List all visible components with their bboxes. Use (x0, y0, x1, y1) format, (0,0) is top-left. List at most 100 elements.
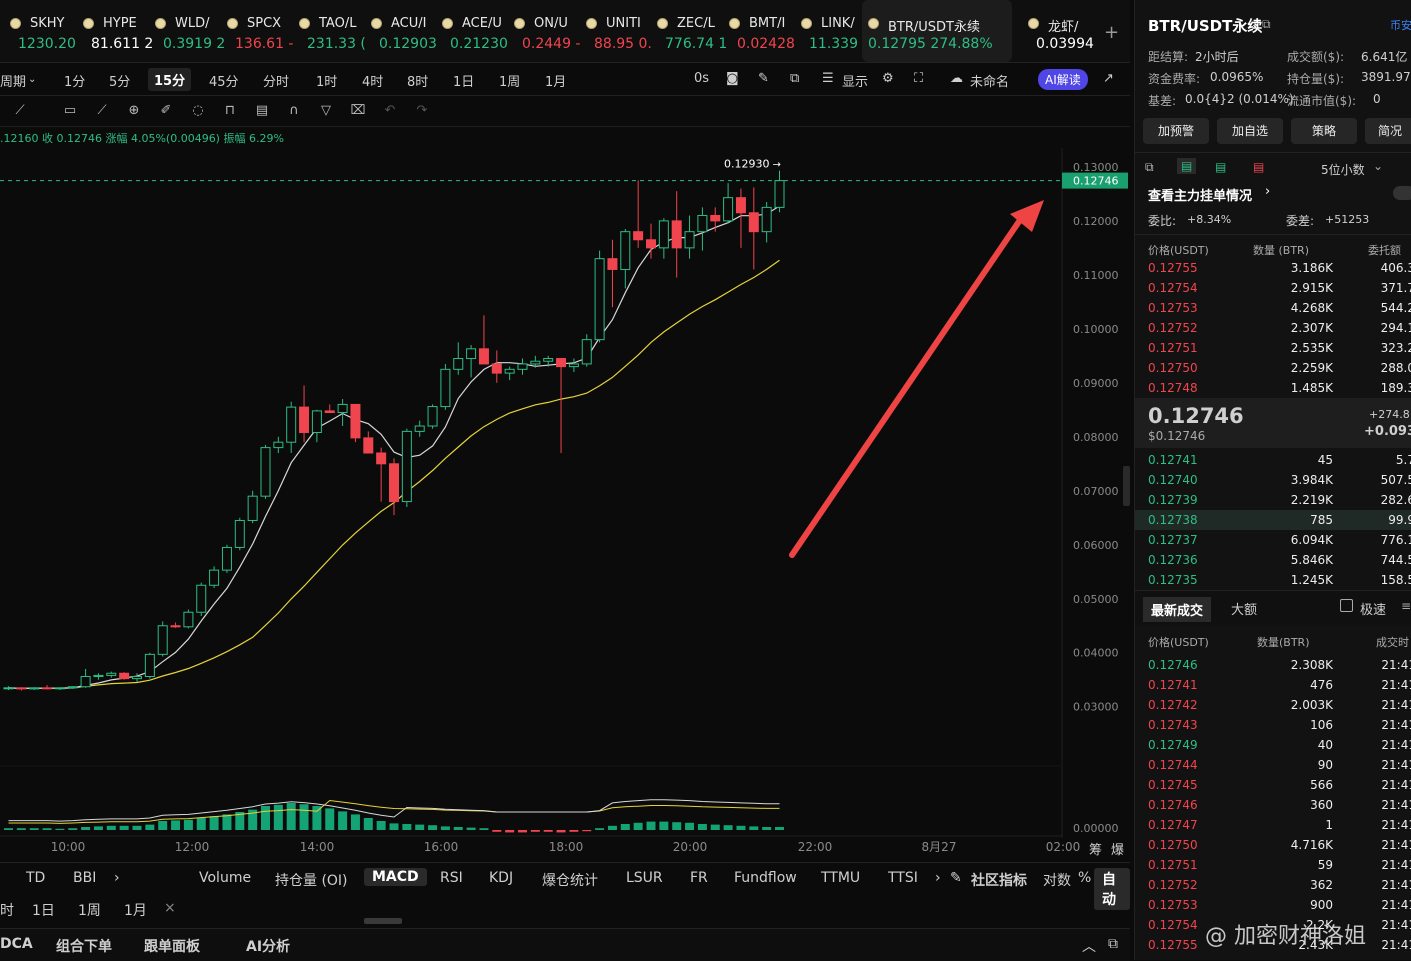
period-item[interactable]: 1日 (32, 900, 55, 920)
trade-header-qty[interactable]: 数量(BTR) (1257, 634, 1310, 650)
exchange-tag[interactable]: 币安 (1390, 17, 1411, 33)
add-favorite-button[interactable]: 加自选 (1217, 118, 1283, 144)
bid-row[interactable]: 0.12735 1.245K 158.5 (1135, 570, 1411, 590)
interval-button[interactable]: 1月 (545, 71, 566, 90)
copy-icon[interactable]: ⧉ (1262, 17, 1271, 32)
redo-icon[interactable]: ↷ (414, 103, 430, 119)
filter-icon[interactable]: ▽ (318, 103, 334, 119)
nav-copy-panel[interactable]: 跟单面板 (144, 936, 200, 956)
interval-button[interactable]: 5分 (109, 71, 130, 90)
indicator-tab[interactable]: FR (690, 870, 708, 886)
interval-button[interactable]: 分时 (263, 71, 289, 90)
undo-icon[interactable]: ↶ (382, 103, 398, 119)
indicator-tab[interactable]: 爆仓统计 (542, 870, 598, 890)
interval-button[interactable]: 45分 (209, 71, 239, 90)
bid-row[interactable]: 0.12741 45 5.7 (1135, 450, 1411, 470)
tab-large-trades[interactable]: 大额 (1231, 599, 1257, 618)
interval-button[interactable]: 4时 (362, 71, 383, 90)
ticker-item[interactable]: BMT/I 0.02428 (729, 0, 799, 62)
nav-ai-analysis[interactable]: AI分析 (246, 936, 290, 956)
ask-row[interactable]: 0.12748 1.485K 189.3 (1135, 378, 1411, 398)
depth-link[interactable]: 查看主力挂单情况 (1148, 185, 1252, 204)
ticker-item[interactable]: HYPE 81.611 2 (83, 0, 153, 62)
interval-button[interactable]: 1时 (316, 71, 337, 90)
period-selector[interactable]: 周期 (0, 71, 26, 90)
tab-latest-trades[interactable]: 最新成交 (1143, 597, 1212, 622)
fullscreen-icon[interactable]: ⛶ (914, 71, 923, 86)
trash-icon[interactable]: ⌧ (350, 103, 366, 119)
indicator-tab[interactable]: TTMU (821, 870, 860, 886)
add-alert-button[interactable]: 加预警 (1143, 118, 1209, 144)
fast-checkbox[interactable] (1340, 599, 1353, 612)
ticker-item[interactable]: SKHY 1230.20 (10, 0, 80, 62)
ask-row[interactable]: 0.12752 2.307K 294.1 (1135, 318, 1411, 338)
chevron-down-icon[interactable]: ⌄ (1373, 159, 1383, 173)
hide-icon[interactable]: ◌ (190, 103, 206, 119)
indicator-tab[interactable]: LSUR (626, 870, 663, 886)
settings-icon[interactable]: ≡ (1401, 599, 1411, 613)
rect-tool-icon[interactable]: ▭ (62, 103, 78, 119)
bid-row[interactable]: 0.12740 3.984K 507.5 (1135, 470, 1411, 490)
nav-dca[interactable]: DCA (0, 936, 33, 952)
overview-button[interactable]: 简况 (1365, 118, 1411, 144)
interval-button[interactable]: 8时 (407, 71, 428, 90)
chevron-up-icon[interactable]: ︿ (1082, 936, 1096, 956)
ticker-item[interactable]: BTR/USDT永续 0.12795 274.88% (862, 0, 1012, 62)
interval-button[interactable]: 1分 (64, 71, 85, 90)
magnet-icon[interactable]: ∩ (286, 103, 302, 119)
zoom-icon[interactable]: ⊕ (126, 103, 142, 119)
community-indicators[interactable]: 社区指标 (971, 870, 1027, 890)
ruler-icon[interactable]: ⟋ (94, 103, 110, 119)
list-icon[interactable]: ☰ (822, 71, 834, 86)
indicator-tab[interactable]: Volume (199, 870, 251, 886)
indicator-bbi[interactable]: BBI (73, 870, 96, 886)
lock-icon[interactable]: ⊓ (222, 103, 238, 119)
ticker-item[interactable]: ACU/I 0.12903 (371, 0, 441, 62)
indicator-tab[interactable]: RSI (440, 870, 463, 886)
indicator-tab[interactable]: KDJ (489, 870, 513, 886)
bid-row[interactable]: 0.12738 785 99.9 (1135, 510, 1411, 530)
popout-icon[interactable]: ⧉ (1108, 936, 1118, 952)
template-icon[interactable]: ▤ (254, 103, 270, 119)
display-menu[interactable]: 显示 (842, 71, 868, 90)
period-item[interactable]: 1周 (78, 900, 101, 920)
line-tool-icon[interactable]: ⟋ (12, 103, 28, 119)
fast-label[interactable]: 极速 (1360, 599, 1386, 618)
chevron-right-icon[interactable]: › (1265, 184, 1270, 199)
bid-row[interactable]: 0.12739 2.219K 282.6 (1135, 490, 1411, 510)
ticker-item[interactable]: TAO/L 231.33 ( (299, 0, 369, 62)
chevron-down-icon[interactable]: ⌄ (28, 74, 36, 85)
ask-row[interactable]: 0.12751 2.535K 323.2 (1135, 338, 1411, 358)
price-chart[interactable]: 0.13000 0.12000 0.11000 0.10000 0.09000 0.080… (0, 148, 1130, 858)
interval-button[interactable]: 1日 (453, 71, 474, 90)
brush-icon[interactable]: ✐ (158, 103, 174, 119)
popout-icon[interactable]: ⧉ (1145, 160, 1154, 175)
camera-icon[interactable]: ◙ (726, 71, 739, 86)
ticker-item[interactable]: UNITI 88.95 0. (586, 0, 656, 62)
ask-row[interactable]: 0.12755 3.186K 406.3 (1135, 258, 1411, 278)
settings-icon[interactable]: ⚙ (882, 71, 894, 86)
layout-name[interactable]: 未命名 (970, 71, 1009, 90)
book-asks-icon[interactable]: ▤ (1253, 160, 1264, 174)
bid-row[interactable]: 0.12737 6.094K 776.1 (1135, 530, 1411, 550)
strategy-button[interactable]: 策略 (1291, 118, 1357, 144)
ticker-item[interactable]: LINK/11.339 ( (801, 0, 868, 62)
ticker-item[interactable]: ON/U 0.2449 - (514, 0, 584, 62)
chevron-right-icon[interactable]: › (114, 870, 120, 886)
indicator-td[interactable]: TD (26, 870, 45, 886)
ai-interpret-button[interactable]: AI解读 (1038, 69, 1088, 90)
decimal-selector[interactable]: 5位小数 (1321, 161, 1365, 178)
period-item[interactable]: 时 (0, 900, 14, 920)
indicator-tab[interactable]: MACD (364, 868, 427, 886)
popout-icon[interactable]: ⧉ (790, 71, 799, 86)
book-bids-icon[interactable]: ▤ (1215, 160, 1226, 174)
indicator-tab[interactable]: 持仓量 (OI) (275, 870, 348, 890)
ticker-item[interactable]: WLD/0.3919 2 (155, 0, 225, 62)
chevron-right-icon[interactable]: › (935, 870, 941, 886)
log-toggle[interactable]: 对数 (1043, 870, 1071, 890)
ask-row[interactable]: 0.12754 2.915K 371.7 (1135, 278, 1411, 298)
depth-toggle[interactable] (1393, 186, 1411, 200)
burst-label[interactable]: 爆 (1111, 843, 1124, 858)
edit-icon[interactable]: ✎ (950, 870, 962, 886)
pencil-icon[interactable]: ✎ (758, 71, 769, 86)
